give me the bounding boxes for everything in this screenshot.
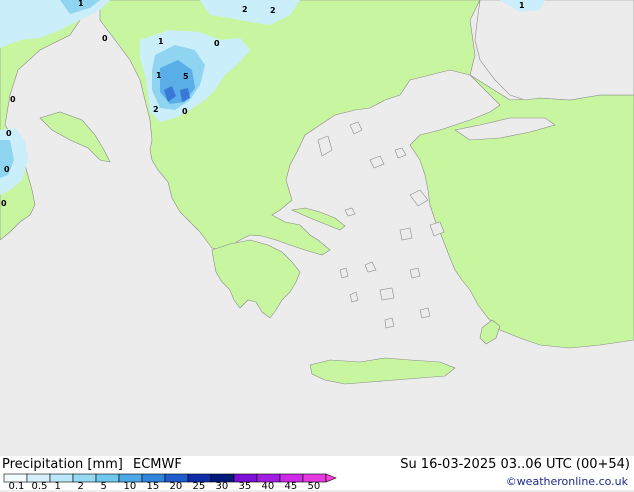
map-label: 0 — [4, 165, 10, 174]
scale-tick-label: 45 — [284, 481, 298, 492]
scale-tick-label: 25 — [192, 481, 206, 492]
scale-swatch — [49, 473, 74, 483]
scale-tick-label: 20 — [169, 481, 183, 492]
scale-arrow — [325, 473, 337, 483]
map-label: 5 — [183, 72, 189, 81]
scale-swatch — [72, 473, 97, 483]
scale-tick-label: 5 — [100, 481, 107, 492]
scale-tick-label: 35 — [238, 481, 252, 492]
scale-tick-label: 0.1 — [8, 481, 25, 492]
map-label: 0 — [1, 199, 7, 208]
legend-title: Precipitation [mm] ECMWF — [2, 457, 182, 472]
scale-tick-label: 2 — [77, 481, 84, 492]
legend-bar: Precipitation [mm] ECMWF Su 16-03-2025 0… — [0, 456, 634, 492]
scale-swatch — [95, 473, 120, 483]
scale-tick-label: 40 — [261, 481, 275, 492]
credit-link[interactable]: ©weatheronline.co.uk — [506, 475, 628, 488]
map-label: 0 — [6, 129, 12, 138]
map-label: 1 — [158, 37, 164, 46]
map-label: 1 — [156, 71, 162, 80]
map-label: 2 — [153, 105, 159, 114]
scale-tick-label: 10 — [123, 481, 137, 492]
legend-model: ECMWF — [133, 457, 182, 472]
map-label: 2 — [270, 6, 276, 15]
map-label: 0 — [214, 39, 220, 48]
scale-tick-label: 15 — [146, 481, 160, 492]
precipitation-map: 1 2 2 1 0 1 0 1 5 2 0 0 0 0 0 — [0, 0, 634, 490]
scale-tick-label: 0.5 — [31, 481, 48, 492]
map-label: 1 — [519, 1, 525, 10]
legend-title-text: Precipitation [mm] — [2, 457, 123, 472]
map-label: 0 — [182, 107, 188, 116]
map-label: 0 — [102, 34, 108, 43]
map-label: 0 — [10, 95, 16, 104]
scale-tick-label: 1 — [54, 481, 61, 492]
map-label: 2 — [242, 5, 248, 14]
scale-tick-label: 50 — [307, 481, 321, 492]
map-label: 1 — [78, 0, 84, 8]
valid-time: Su 16-03-2025 03..06 UTC (00+54) — [400, 457, 630, 472]
scale-tick-label: 30 — [215, 481, 229, 492]
